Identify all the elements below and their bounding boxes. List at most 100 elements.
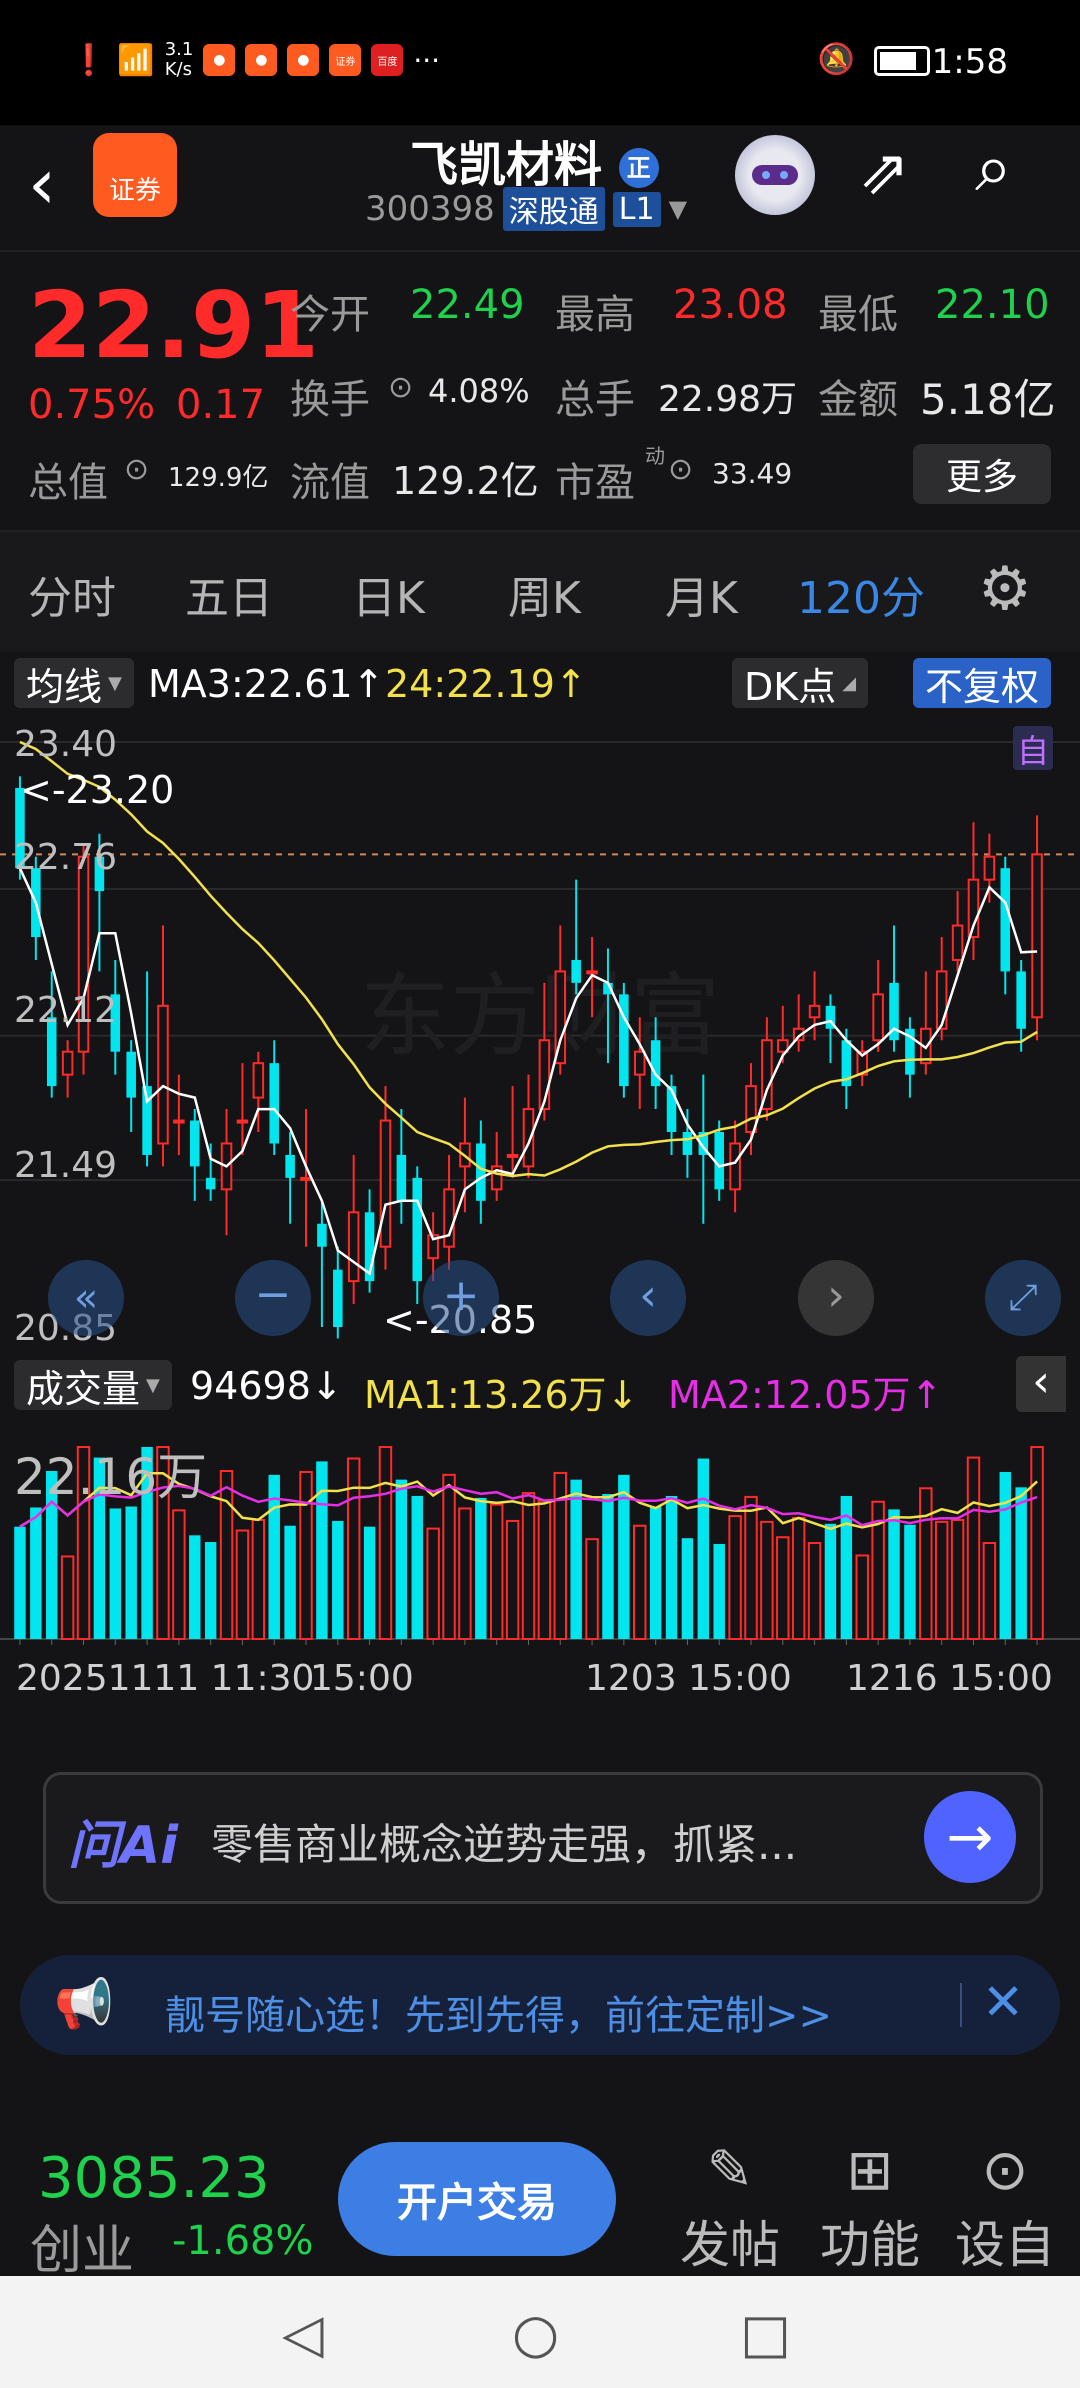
index-pct: -1.68% [172,2218,314,2264]
ai-logo: 问Ai [68,1816,179,1876]
settings-icon[interactable]: ⚙ [978,554,1032,624]
open-value: 22.49 [410,282,525,328]
index-value[interactable]: 3085.23 [38,2146,270,2211]
tab-monthly[interactable]: 月K [665,562,738,626]
volume-bar [489,1503,504,1640]
stock-sub[interactable]: 300398 深股通 L1 ▼ [365,187,687,231]
volume-bar [776,1536,790,1640]
dk-select[interactable]: DK点 ◢ [732,658,869,709]
zoom-in-icon[interactable]: + [423,1260,499,1336]
prev-icon[interactable]: ‹ [610,1260,686,1336]
back-icon[interactable]: ‹ [28,143,56,225]
volume-bar [219,1470,234,1640]
zoom-out-icon[interactable]: − [235,1260,311,1336]
more-button[interactable]: 更多 [913,444,1051,504]
app-notify-icon: ● [245,44,278,76]
info-icon[interactable]: ⊙ [668,452,693,487]
volume-chart[interactable]: 22.16万 [0,1417,1080,1647]
volume-bar [744,1495,758,1640]
adjust-button[interactable]: 不复权 [913,658,1052,709]
nav-home-icon[interactable]: ○ [512,2302,559,2365]
volume-bar [791,1517,806,1640]
candle-body [412,1177,423,1282]
ai-prompt[interactable]: 问Ai 零售商业概念逆势走强，抓紧... → [43,1772,1043,1904]
tab-intraday[interactable]: 分时 [28,562,116,626]
index-name: 创业 [30,2221,135,2281]
function-button[interactable]: ⊞ 功能 [815,2138,925,2277]
volume-value: 22.98万 [658,379,798,420]
info-icon[interactable]: ⊙ [388,370,413,405]
tab-five-day[interactable]: 五日 [185,562,273,626]
candle-body [729,1142,741,1191]
volume-bar [235,1529,250,1640]
system-nav-bar: ◁ ○ □ [0,2276,1080,2388]
collapse-icon[interactable]: ‹ [1016,1356,1066,1412]
post-button[interactable]: ✎ 发帖 [675,2138,785,2277]
kline-chart[interactable]: 东方财富 自 23.40 22.76 22.12 21.49 20.85 <-2… [0,712,1080,1352]
volume-bar [934,1520,949,1640]
promo-banner[interactable]: 📢 靓号随心选！先到先得，前往定制>> ✕ [20,1955,1060,2055]
volume-bar [950,1518,965,1640]
high-annotation: <-23.20 [20,768,175,812]
speed-value: 3.1 [164,39,194,60]
settings-button[interactable]: ⊙ 设自 [950,2138,1060,2277]
volume-bar [14,1526,26,1639]
volume-bar [172,1509,186,1640]
high-label: 最高 [555,292,635,338]
robot-avatar-icon[interactable] [735,135,815,215]
volume-bar [824,1523,837,1639]
volume-bar [521,1492,536,1640]
volume-bar [475,1497,487,1639]
candle-body [506,1153,519,1158]
turnover-label: 换手 [290,377,370,423]
info-icon[interactable]: ⊙ [124,452,149,487]
volume-bar [904,1524,916,1639]
mute-icon: 🔕 [817,42,855,77]
volume-bar [251,1518,266,1640]
vol-ma2: MA2:12.05万↑ [668,1373,943,1417]
volume-bar [888,1509,900,1639]
candle-body [983,855,996,881]
candle-body [173,1119,185,1124]
candle-body [236,1119,249,1124]
search-icon[interactable]: ⌕ [975,129,1012,208]
float-label: 流值 [290,460,370,506]
volume-bar [649,1506,662,1639]
tab-120min[interactable]: 120分 [797,562,925,626]
dropdown-icon: ▼ [668,195,688,223]
volume-bar [109,1508,122,1639]
volume-bar [697,1458,710,1639]
tab-daily[interactable]: 日K [352,562,425,626]
volume-bar [728,1515,742,1640]
amount-label: 金额 [818,377,898,423]
auto-button[interactable]: 自 [1013,726,1053,770]
speed-unit: K/s [164,59,192,80]
tab-weekly[interactable]: 周K [508,562,581,626]
badge: 正 [618,148,659,188]
app-logo[interactable]: 证券 [93,133,177,217]
arrow-right-icon[interactable]: → [924,1791,1016,1883]
trade-button[interactable]: 开户交易 [338,2142,616,2256]
pe-value: 33.49 [712,457,793,490]
volume-select[interactable]: 成交量 ▼ [14,1360,172,1411]
share-icon[interactable]: ⇗ [858,135,910,208]
candle-body [285,1154,295,1178]
app-notify-icon: 百度 [371,44,404,76]
nav-back-icon[interactable]: ◁ [282,2302,324,2365]
stock-header: ‹ 证券 飞凯材料 正 300398 深股通 L1 ▼ ⇗ ⌕ [0,125,1080,252]
high-value: 23.08 [673,282,788,328]
volume-bar [602,1494,614,1639]
candle-body [396,1154,407,1201]
indicator-select[interactable]: 均线 ▼ [14,658,134,709]
rewind-icon[interactable]: « [48,1260,124,1336]
nav-recents-icon[interactable]: □ [740,2302,791,2365]
float-value: 129.2亿 [392,459,539,503]
chart-toolbar: 均线 ▼ MA3:22.61↑ 24:22.19↑ DK点 ◢ 不复权 [0,652,1080,712]
candle-body [666,1086,677,1132]
fullscreen-icon[interactable]: ⤢ [985,1260,1061,1336]
close-icon[interactable]: ✕ [982,1973,1024,2031]
volume-bar [189,1535,201,1639]
next-icon[interactable]: › [798,1260,874,1336]
current-price: 22.91 [28,272,320,379]
candle-body [1000,868,1011,972]
